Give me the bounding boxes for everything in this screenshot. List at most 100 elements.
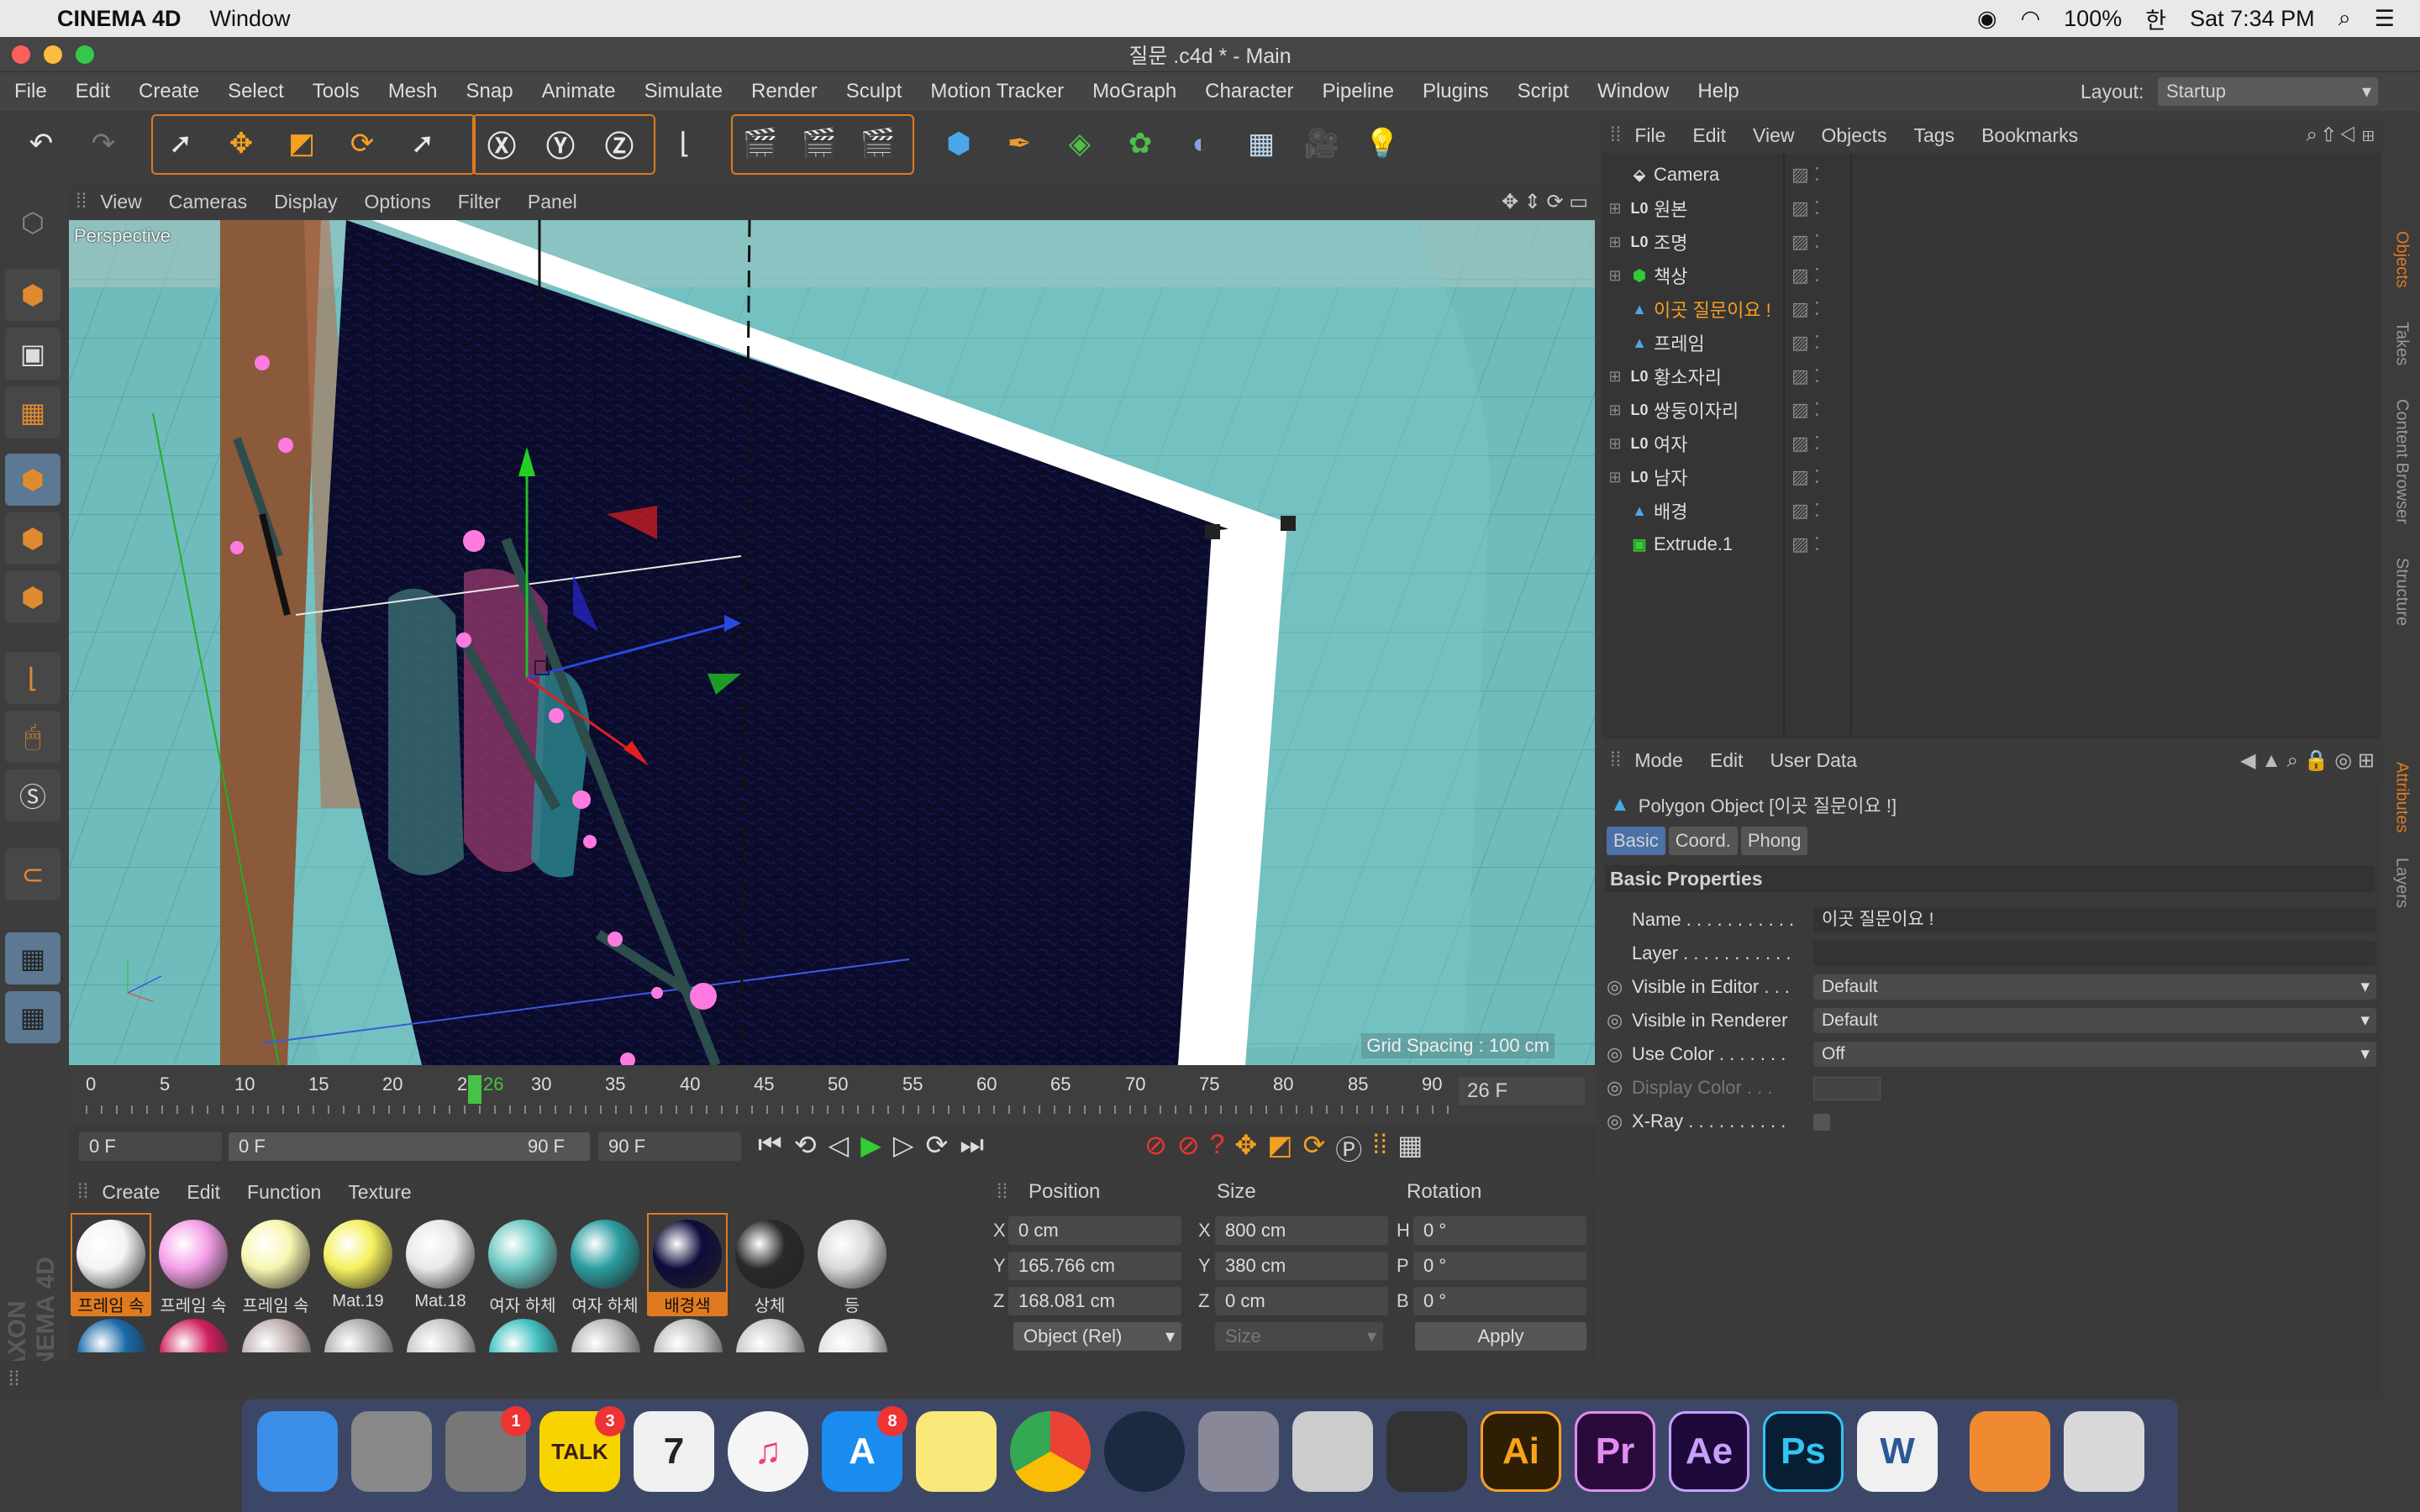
menu-script[interactable]: Script — [1503, 80, 1583, 103]
object-row[interactable]: ⊞ L0 황소자리 ▨ ⁚ — [1602, 360, 2381, 393]
calendar-dock-icon[interactable]: 7 — [634, 1411, 714, 1492]
object-name[interactable]: 책상 — [1654, 262, 1780, 289]
material-swatch[interactable]: 여자 하체 — [566, 1215, 644, 1315]
size-y-field[interactable]: 380 cm — [1215, 1252, 1388, 1280]
menu-mograph[interactable]: MoGraph — [1078, 80, 1191, 103]
menu-help[interactable]: Help — [1683, 80, 1753, 103]
cinema-4d-dock-icon[interactable] — [1104, 1411, 1185, 1492]
redo-button[interactable]: ↷ — [77, 118, 129, 170]
panel-grip-icon[interactable]: ⁞⁞ — [77, 1180, 88, 1204]
tab-coord[interactable]: Coord. — [1668, 827, 1738, 855]
next-frame-icon[interactable]: ▷ — [893, 1129, 914, 1161]
side-tab-objects[interactable]: Objects — [2392, 231, 2412, 288]
pen-spline-icon[interactable]: ✒ — [993, 118, 1045, 170]
material-swatch-partial[interactable] — [242, 1319, 311, 1352]
object-name[interactable]: 황소자리 — [1654, 363, 1780, 390]
visibility-toggle-icon[interactable]: ▨ ⁚ — [1791, 500, 1820, 522]
timeline-window-icon[interactable]: ▦ — [1397, 1129, 1423, 1168]
spotlight-icon[interactable]: ⌕ — [2338, 5, 2351, 32]
menu-simulate[interactable]: Simulate — [630, 80, 737, 103]
name-field[interactable]: 이곳 질문이요 ! — [1813, 907, 2376, 932]
expand-toggle-icon[interactable]: ⊞ — [1605, 234, 1625, 251]
premiere-dock-icon[interactable]: Pr — [1575, 1411, 1655, 1492]
menu-plugins[interactable]: Plugins — [1408, 80, 1503, 103]
close-button[interactable] — [12, 45, 30, 64]
expand-toggle-icon[interactable]: ⊞ — [1605, 267, 1625, 285]
object-name[interactable]: 원본 — [1654, 195, 1780, 222]
object-name[interactable]: 배경 — [1654, 497, 1780, 524]
object-row[interactable]: ⊞ ⬢ 책상 ▨ ⁚ — [1602, 259, 2381, 292]
position-x-field[interactable]: 0 cm — [1008, 1216, 1181, 1245]
menu-tools[interactable]: Tools — [298, 80, 374, 103]
screenshot-app-dock-icon[interactable] — [1970, 1411, 2050, 1492]
size-mode-dropdown[interactable]: Size ▾ — [1215, 1322, 1383, 1351]
visibility-toggle-icon[interactable]: ▨ ⁚ — [1791, 298, 1820, 320]
perspective-viewport[interactable]: Perspective Grid Spacing : 100 cm — [69, 220, 1595, 1065]
camera-icon[interactable]: 🎥 — [1296, 118, 1348, 170]
end-frame-field[interactable]: 90 F — [598, 1132, 741, 1161]
menu-sculpt[interactable]: Sculpt — [832, 80, 917, 103]
workplane-lock-icon[interactable]: ▦ — [5, 991, 60, 1043]
object-row[interactable]: ⊞ L0 쌍둥이자리 ▨ ⁚ — [1602, 393, 2381, 427]
object-row[interactable]: ⊞ L0 남자 ▨ ⁚ — [1602, 460, 2381, 494]
minimize-button[interactable] — [44, 45, 62, 64]
object-name[interactable]: 프레임 — [1654, 329, 1780, 356]
object-name[interactable]: Extrude.1 — [1654, 533, 1780, 555]
final-cut-pro-dock-icon[interactable] — [1386, 1411, 1467, 1492]
input-source[interactable]: 한 — [2145, 3, 2166, 35]
viewport-nav-icons[interactable]: ✥ ⇕ ⟳ ▭ — [1502, 190, 1588, 214]
rotation-z-field[interactable]: 0 ° — [1413, 1287, 1586, 1315]
material-swatch[interactable]: Mat.18 — [402, 1215, 479, 1314]
material-swatch-partial[interactable] — [736, 1319, 805, 1352]
material-swatch[interactable]: Mat.19 — [319, 1215, 397, 1314]
grid-lock-icon[interactable]: ▦ — [5, 932, 60, 984]
attr-menu-user-data[interactable]: User Data — [1757, 749, 1871, 772]
workplane-icon[interactable]: ▦ — [5, 386, 60, 438]
prev-key-icon[interactable]: ⟲ — [794, 1129, 817, 1161]
side-tab-takes[interactable]: Takes — [2392, 322, 2412, 365]
points-mode-icon[interactable]: ⬢ — [5, 454, 60, 506]
menu-mesh[interactable]: Mesh — [374, 80, 452, 103]
side-tab-attributes[interactable]: Attributes — [2392, 762, 2412, 832]
side-tab-structure[interactable]: Structure — [2392, 558, 2412, 626]
keyframe-selection-icon[interactable]: ? — [1210, 1129, 1225, 1168]
animation-keyframe-icon[interactable]: ◎ — [1607, 976, 1623, 998]
notes-dock-icon[interactable] — [916, 1411, 997, 1492]
display-color-swatch[interactable] — [1813, 1077, 1881, 1100]
prev-frame-icon[interactable]: ◁ — [829, 1129, 850, 1161]
property-dropdown[interactable]: Off ▾ — [1813, 1042, 2376, 1067]
visibility-toggle-icon[interactable]: ▨ ⁚ — [1791, 399, 1820, 421]
visibility-toggle-icon[interactable]: ▨ ⁚ — [1791, 265, 1820, 286]
menu-file[interactable]: File — [0, 80, 61, 103]
expand-toggle-icon[interactable]: ⊞ — [1605, 200, 1625, 218]
attribute-nav-icons[interactable]: ◀ ▲ ⌕ 🔒 ◎ ⊞ — [2240, 748, 2375, 773]
snap-icon[interactable]: ⊂ — [5, 848, 60, 900]
render-picture-viewer-icon[interactable]: 🎬 — [793, 118, 845, 170]
current-frame-field[interactable]: 26 F — [1459, 1077, 1585, 1105]
rotation-y-field[interactable]: 0 ° — [1413, 1252, 1586, 1280]
play-icon[interactable]: ▶ — [860, 1129, 881, 1161]
coordinate-mode-dropdown[interactable]: Object (Rel) ▾ — [1013, 1322, 1181, 1351]
size-x-field[interactable]: 800 cm — [1215, 1216, 1388, 1245]
visibility-toggle-icon[interactable]: ▨ ⁚ — [1791, 231, 1820, 253]
viewport-menu-panel[interactable]: Panel — [514, 191, 591, 213]
objects-menu-tags[interactable]: Tags — [1900, 124, 1968, 147]
trash-dock-icon[interactable] — [2064, 1411, 2144, 1492]
start-frame-field[interactable]: 0 F — [79, 1132, 222, 1161]
visibility-toggle-icon[interactable]: ▨ ⁚ — [1791, 433, 1820, 454]
objects-menu-file[interactable]: File — [1621, 124, 1679, 147]
material-swatch-partial[interactable] — [818, 1319, 887, 1352]
animation-keyframe-icon[interactable]: ◎ — [1607, 1043, 1623, 1065]
side-tab-layers[interactable]: Layers — [2392, 858, 2412, 908]
material-menu-create[interactable]: Create — [88, 1181, 173, 1204]
side-tab-content-browser[interactable]: Content Browser — [2392, 399, 2412, 524]
undo-button[interactable]: ↶ — [15, 118, 67, 170]
y-axis-lock-icon[interactable]: Ⓨ — [534, 118, 587, 170]
record-key-icon[interactable]: ⊘ — [1144, 1129, 1167, 1168]
visibility-toggle-icon[interactable]: ▨ ⁚ — [1791, 533, 1820, 555]
object-row[interactable]: ▲ 프레임 ▨ ⁚ — [1602, 326, 2381, 360]
apply-button[interactable]: Apply — [1415, 1322, 1586, 1351]
frame-range-slider[interactable]: 0 F 90 F — [229, 1132, 590, 1161]
key-position-icon[interactable]: ✥ — [1234, 1129, 1257, 1168]
menu-pipeline[interactable]: Pipeline — [1308, 80, 1408, 103]
